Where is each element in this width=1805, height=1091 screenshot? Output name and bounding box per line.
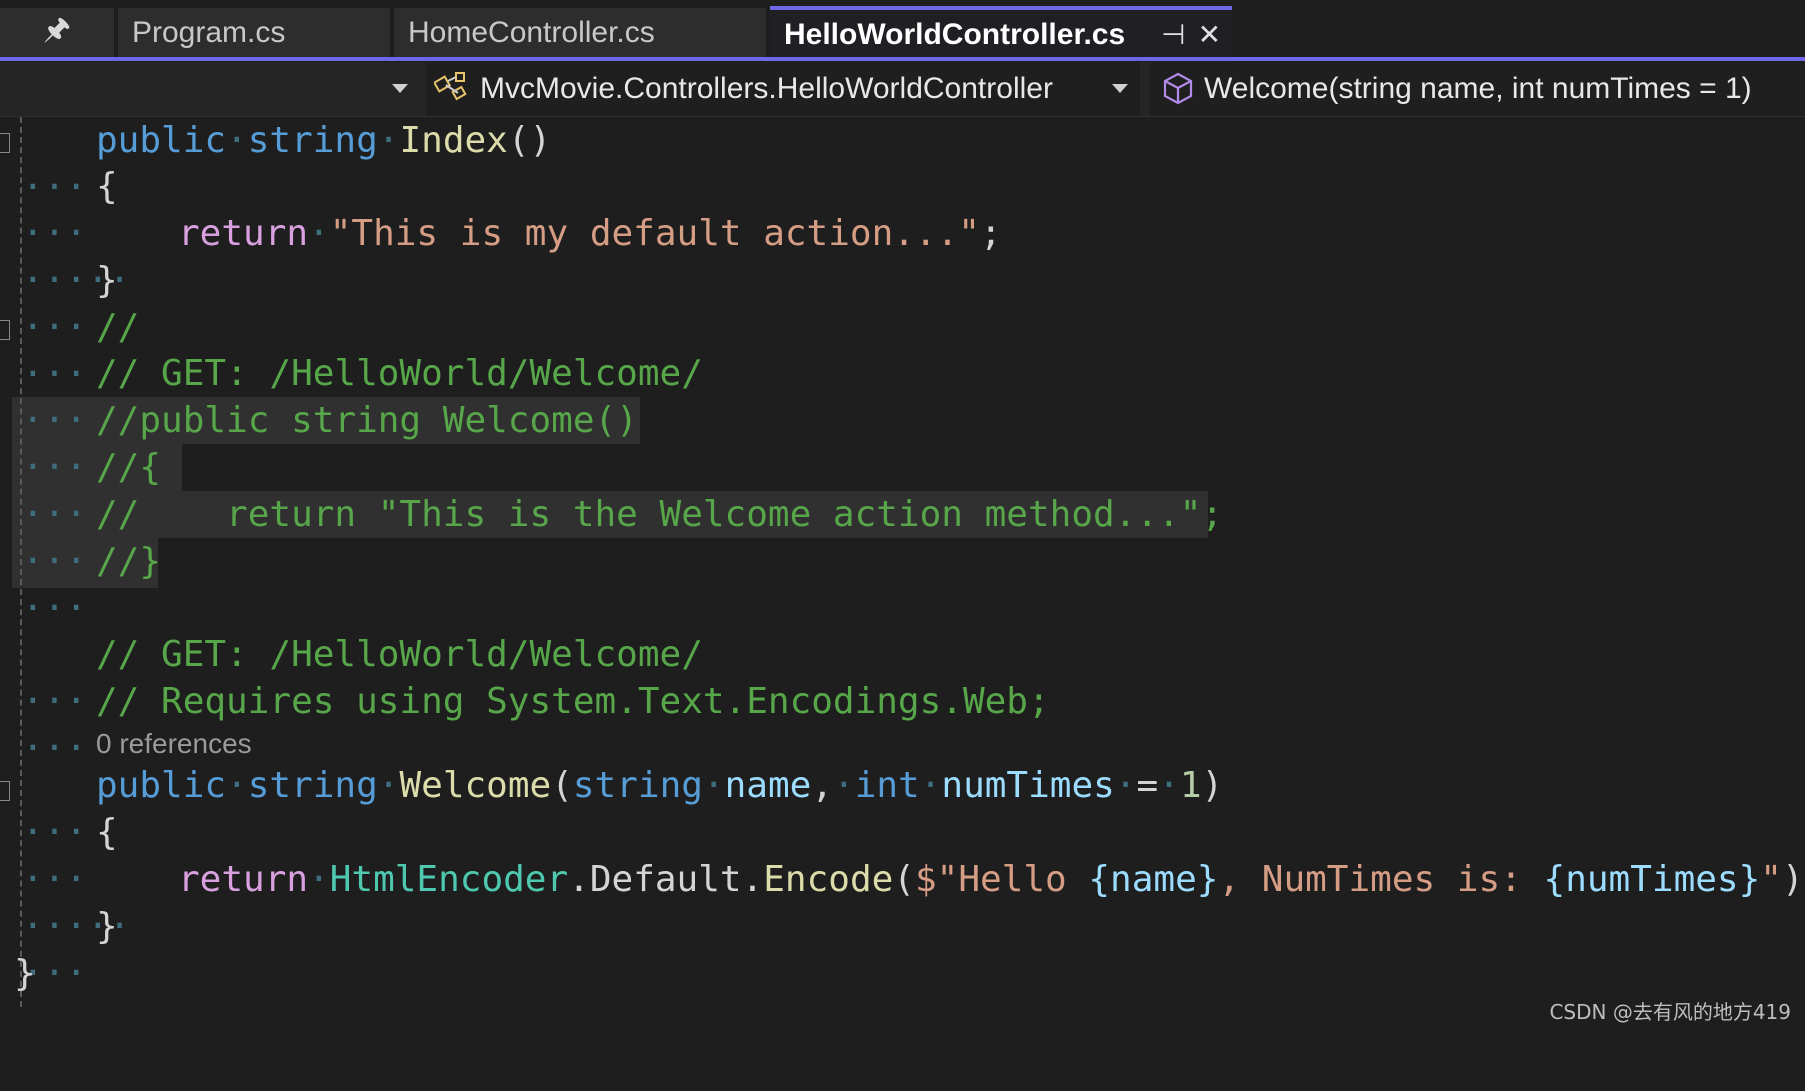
code-line: ····· return·"This is my default action.…: [22, 213, 1002, 301]
code-line: ··· // GET: /HelloWorld/Welcome/: [22, 634, 703, 722]
tab-accent-line: [0, 57, 1805, 61]
code-line: ··· //: [22, 307, 140, 395]
code-line: ··· // GET: /HelloWorld/Welcome/: [22, 353, 703, 441]
close-tab-icon[interactable]: ✕: [1198, 18, 1221, 51]
pin-tab-icon[interactable]: ⊣: [1161, 18, 1185, 51]
code-line: ··· //public string Welcome(): [22, 400, 638, 488]
member-dropdown-label: Welcome(string name, int numTimes = 1): [1204, 72, 1752, 105]
tab-program-cs[interactable]: Program.cs: [118, 8, 390, 57]
code-line: ····· return·HtmlEncoder.Default.Encode(…: [22, 859, 1805, 947]
code-line: ··· public·string·Welcome(string·name,·i…: [22, 765, 1224, 853]
code-line: ··· // return "This is the Welcome actio…: [22, 494, 1224, 582]
class-dropdown[interactable]: MvcMovie.Controllers.HelloWorldControlle…: [426, 62, 1140, 116]
navigation-bar: MvcMovie.Controllers.HelloWorldControlle…: [0, 62, 1805, 117]
code-line: ··· }: [22, 906, 118, 994]
member-dropdown[interactable]: Welcome(string name, int numTimes = 1): [1150, 62, 1805, 116]
code-line: ··· public·string·Index(): [22, 120, 552, 208]
pin-icon: 🖈: [43, 13, 71, 46]
code-line: ··· // Requires using System.Text.Encodi…: [22, 681, 1050, 769]
code-line: ··· }: [22, 260, 118, 348]
class-dropdown-label: MvcMovie.Controllers.HelloWorldControlle…: [480, 72, 1053, 105]
watermark: CSDN @去有风的地方419: [1549, 1000, 1791, 1024]
code-line: ··· //}: [22, 541, 162, 629]
chevron-down-icon: [1112, 84, 1128, 93]
tab-label: Program.cs: [132, 15, 286, 49]
chevron-down-icon: [392, 84, 408, 93]
code-line: ··· {: [22, 166, 118, 254]
project-dropdown[interactable]: [0, 62, 420, 116]
method-cube-icon: [1163, 72, 1193, 105]
document-tab-strip: 🖈 Program.cs HomeController.cs HelloWorl…: [0, 0, 1805, 61]
code-line: ··· {: [22, 812, 118, 900]
pinned-tabs-toggle[interactable]: 🖈: [0, 8, 114, 57]
tab-label: HelloWorldController.cs: [784, 17, 1126, 51]
codelens-references[interactable]: 0 references: [96, 728, 252, 760]
code-line: ··· //{: [22, 447, 162, 535]
code-editor[interactable]: ··· public·string·Index() ··· { ····· re…: [0, 117, 1805, 1035]
tab-helloworldcontroller-cs[interactable]: HelloWorldController.cs ⊣ ✕: [770, 6, 1232, 59]
tab-label: HomeController.cs: [408, 15, 655, 49]
code-line: }: [14, 953, 36, 994]
class-icon: [434, 72, 467, 101]
tab-homecontroller-cs[interactable]: HomeController.cs: [394, 8, 766, 57]
